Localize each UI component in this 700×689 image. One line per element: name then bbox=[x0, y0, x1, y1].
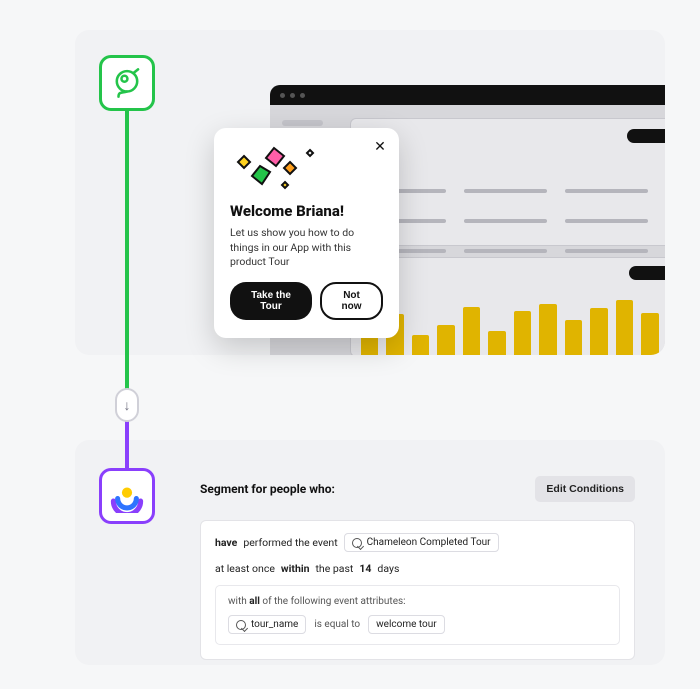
condition-line-1: have performed the event Chameleon Compl… bbox=[215, 533, 620, 552]
cond2c: days bbox=[377, 562, 399, 575]
browser-chrome bbox=[270, 85, 665, 105]
attribute-name: tour_name bbox=[251, 619, 298, 630]
connector-line-purple bbox=[125, 421, 129, 468]
not-now-button[interactable]: Not now bbox=[320, 282, 383, 320]
attribute-icon bbox=[236, 620, 246, 630]
chart-bar bbox=[565, 320, 582, 355]
bar-chart bbox=[361, 286, 665, 355]
attributes-box: with all of the following event attribut… bbox=[215, 585, 620, 645]
flow-arrow-node: ↓ bbox=[115, 388, 139, 422]
attribute-value: welcome tour bbox=[376, 619, 437, 630]
chart-bar bbox=[488, 331, 505, 355]
window-dot bbox=[300, 93, 305, 98]
event-chip[interactable]: Chameleon Completed Tour bbox=[344, 533, 499, 552]
users-panel-action[interactable] bbox=[627, 129, 665, 143]
event-icon bbox=[352, 538, 362, 548]
tour-body: Let us show you how to do things in our … bbox=[230, 226, 383, 270]
attribute-chip[interactable]: tour_name bbox=[228, 615, 306, 634]
edit-conditions-button[interactable]: Edit Conditions bbox=[535, 476, 635, 502]
cond2num: 14 bbox=[359, 562, 371, 575]
chart-bar bbox=[437, 325, 454, 355]
chart-bar bbox=[463, 307, 480, 355]
connector-line-green bbox=[125, 111, 129, 421]
window-dot bbox=[290, 93, 295, 98]
attributes-label: with all of the following event attribut… bbox=[228, 596, 607, 607]
window-dot bbox=[280, 93, 285, 98]
segment-card: Segment for people who: Edit Conditions … bbox=[75, 440, 665, 665]
attribute-op: is equal to bbox=[314, 619, 360, 630]
attribute-row: tour_name is equal to welcome tour bbox=[228, 615, 607, 634]
chameleon-logo bbox=[99, 55, 155, 111]
chart-panel-action[interactable] bbox=[629, 266, 665, 280]
cond-have: have bbox=[215, 536, 237, 549]
chart-bar bbox=[641, 313, 658, 355]
take-tour-button[interactable]: Take the Tour bbox=[230, 282, 312, 320]
cond2b: the past bbox=[316, 562, 354, 575]
condition-line-2: at least once within the past 14 days bbox=[215, 562, 620, 575]
chart-bar bbox=[412, 335, 429, 355]
chart-bar bbox=[514, 311, 531, 355]
tour-title: Welcome Briana! bbox=[230, 202, 383, 220]
cond-text: performed the event bbox=[243, 536, 337, 549]
sparkles-illustration bbox=[230, 144, 383, 192]
cond2within: within bbox=[281, 562, 310, 575]
segment-title: Segment for people who: bbox=[200, 482, 335, 496]
chart-bar bbox=[616, 300, 633, 355]
conditions-box: have performed the event Chameleon Compl… bbox=[200, 520, 635, 660]
customerio-logo bbox=[99, 468, 155, 524]
event-chip-label: Chameleon Completed Tour bbox=[367, 537, 491, 548]
chart-bar bbox=[590, 308, 607, 355]
chart-bar bbox=[539, 304, 556, 356]
cond2a: at least once bbox=[215, 562, 275, 575]
welcome-tour-modal: ✕ Welcome Briana! Let us show you how to… bbox=[214, 128, 399, 338]
attribute-value-chip[interactable]: welcome tour bbox=[368, 615, 445, 634]
close-icon[interactable]: ✕ bbox=[371, 138, 389, 156]
